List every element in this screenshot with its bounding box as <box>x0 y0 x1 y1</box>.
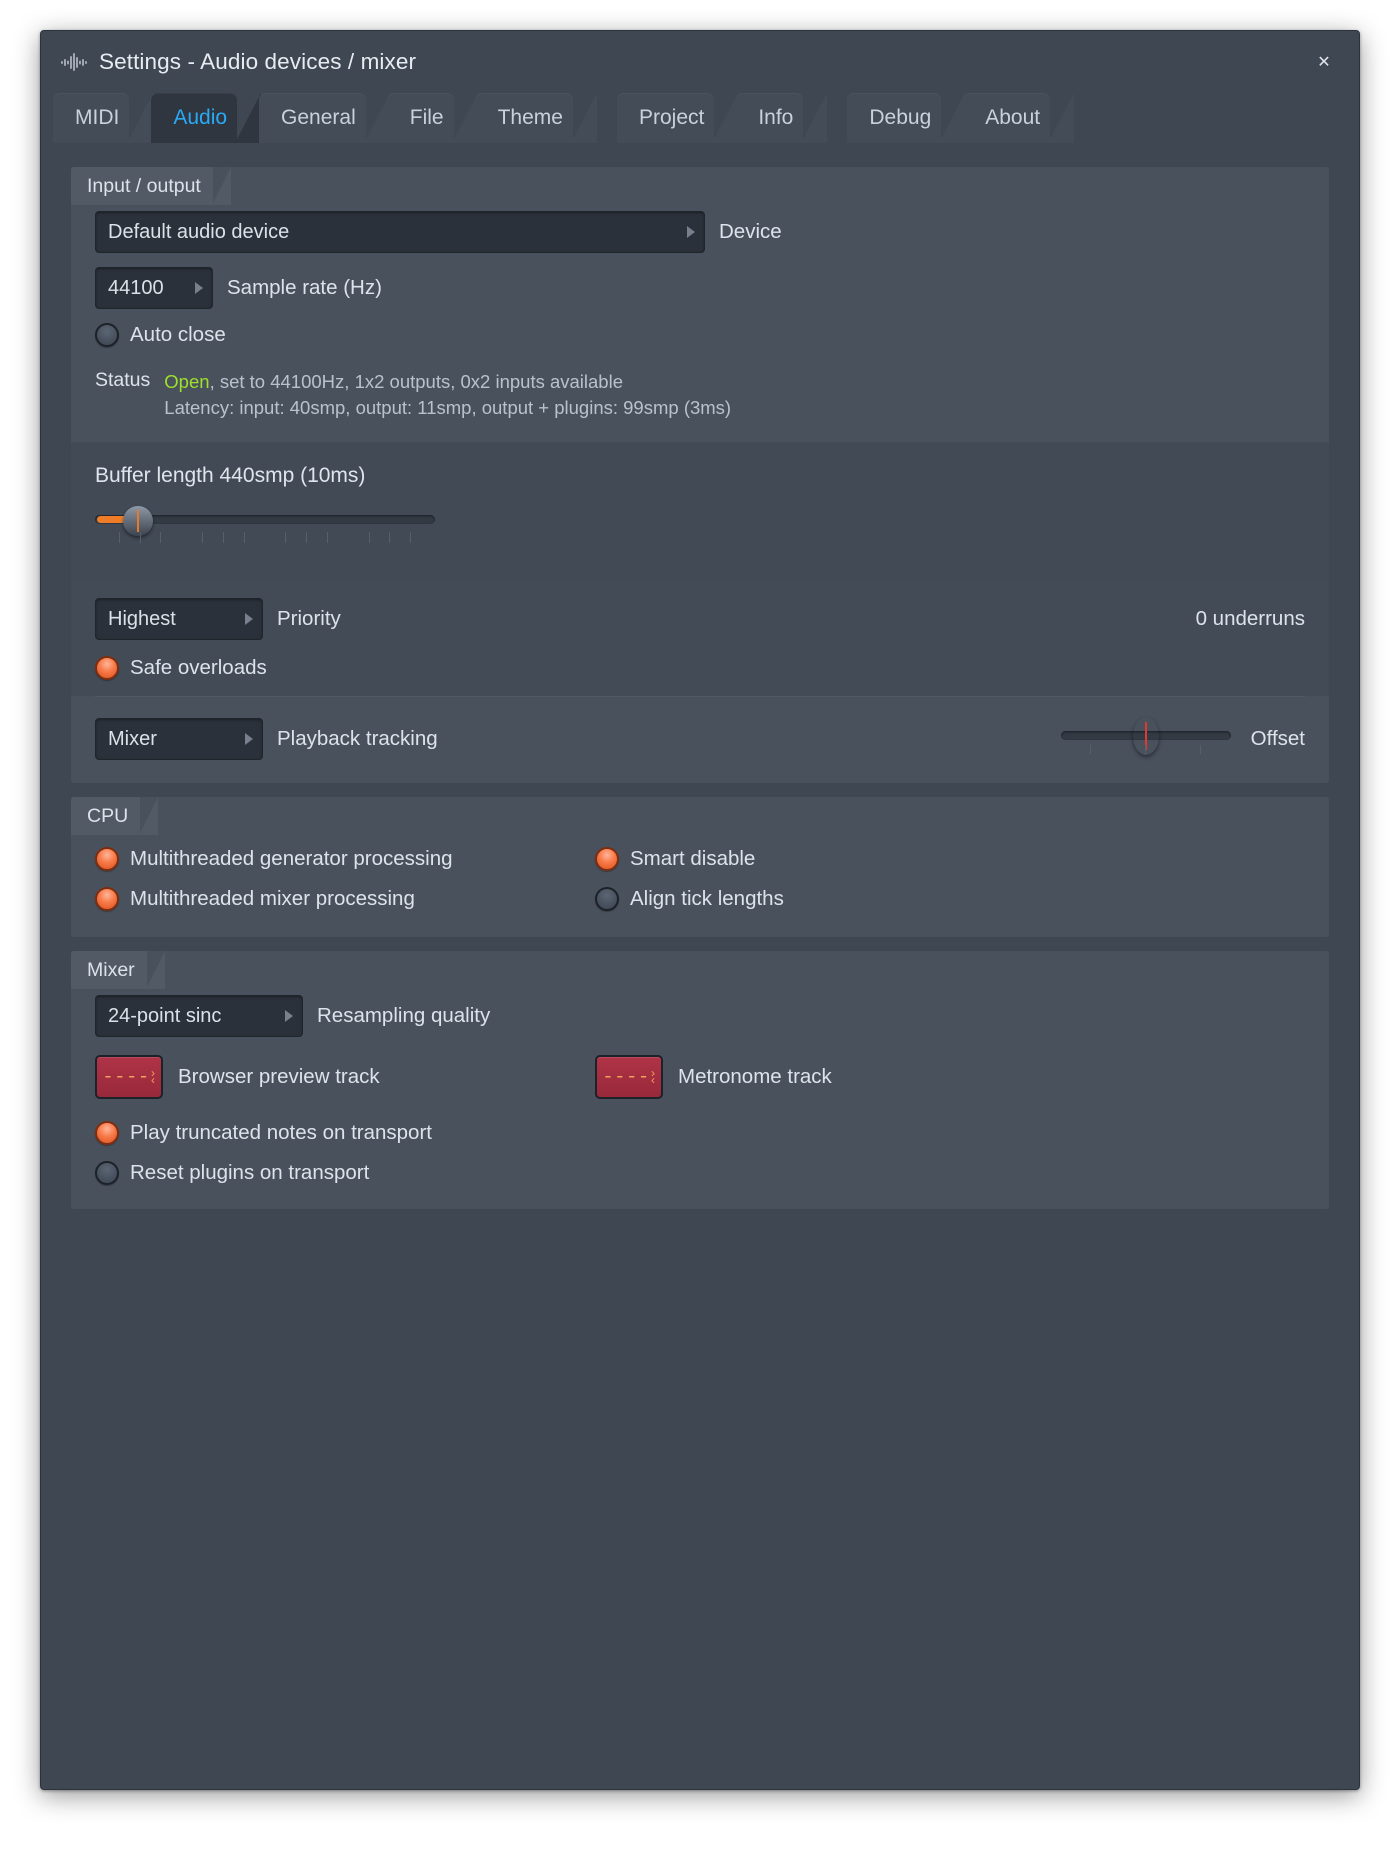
sample-rate-row: 44100 Sample rate (Hz) <box>71 267 1329 309</box>
multithreaded-generator-radio[interactable] <box>95 847 119 872</box>
sample-rate-value: 44100 <box>108 276 164 299</box>
sample-rate-label: Sample rate (Hz) <box>227 276 382 299</box>
slider-ticks <box>98 532 432 554</box>
smart-disable-radio[interactable] <box>595 847 619 872</box>
stepper-chevrons-icon: › ‹ <box>151 1066 155 1088</box>
safe-overloads-label: Safe overloads <box>130 656 267 680</box>
sample-rate-select[interactable]: 44100 <box>95 267 213 309</box>
status-detail: , set to 44100Hz, 1x2 outputs, 0x2 input… <box>209 371 623 392</box>
group-cpu: CPU Multithreaded generator processing M… <box>71 797 1329 938</box>
multithreaded-mixer-radio[interactable] <box>95 887 119 912</box>
resampling-quality-value: 24-point sinc <box>108 1004 222 1027</box>
priority-row: Highest Priority 0 underruns <box>95 598 1305 641</box>
status-block: Status Open, set to 44100Hz, 1x2 outputs… <box>71 369 1329 438</box>
tab-audio[interactable]: Audio <box>151 93 261 143</box>
play-truncated-notes-label: Play truncated notes on transport <box>130 1121 432 1145</box>
device-label: Device <box>719 220 782 243</box>
resampling-quality-select[interactable]: 24-point sinc <box>95 995 303 1038</box>
multithreaded-mixer-label: Multithreaded mixer processing <box>130 887 415 911</box>
tab-bar: MIDI Audio General File Theme Project In… <box>41 93 1359 143</box>
track-selectors-row: ---- ›‹ Browser preview track ---- ›‹ <box>71 1055 1329 1100</box>
browser-preview-track-label: Browser preview track <box>178 1065 380 1089</box>
group-title-mixer: Mixer <box>71 951 165 990</box>
safe-overloads-row[interactable]: Safe overloads <box>95 656 1305 681</box>
mixer-option-row[interactable]: Reset plugins on transport <box>95 1161 1305 1186</box>
tab-info[interactable]: Info <box>736 93 828 143</box>
device-value: Default audio device <box>108 220 290 243</box>
chevron-right-icon <box>285 1010 293 1023</box>
priority-select[interactable]: Highest <box>95 598 263 641</box>
underruns-counter: 0 underruns <box>1195 607 1305 631</box>
playback-tracking-label: Playback tracking <box>277 727 438 751</box>
tab-theme[interactable]: Theme <box>475 93 598 143</box>
cpu-option-row[interactable]: Smart disable <box>595 847 1305 872</box>
buffer-length-band: Buffer length 440smp (10ms) <box>71 442 1329 581</box>
device-select[interactable]: Default audio device <box>95 211 705 253</box>
playback-tracking-row: Mixer Playback tracking Offset <box>95 715 1305 763</box>
reset-plugins-radio[interactable] <box>95 1161 119 1186</box>
browser-preview-track-value: ---- <box>102 1066 150 1089</box>
screenshot-root: Settings - Audio devices / mixer ✕ MIDI … <box>0 0 1400 1855</box>
auto-close-row[interactable]: Auto close <box>71 323 1329 347</box>
tab-about[interactable]: About <box>963 93 1075 143</box>
priority-value: Highest <box>108 607 176 630</box>
metronome-track-label: Metronome track <box>678 1065 832 1089</box>
close-icon[interactable]: ✕ <box>1307 45 1341 79</box>
play-truncated-notes-radio[interactable] <box>95 1121 119 1146</box>
playback-tracking-select[interactable]: Mixer <box>95 718 263 761</box>
cpu-option-row[interactable]: Align tick lengths <box>595 887 1305 912</box>
auto-close-label: Auto close <box>130 323 226 346</box>
group-input-output: Input / output Default audio device Devi… <box>71 167 1329 784</box>
auto-close-radio[interactable] <box>95 323 119 347</box>
reset-plugins-label: Reset plugins on transport <box>130 1161 370 1185</box>
chevron-right-icon <box>687 226 695 238</box>
status-line-1: Open, set to 44100Hz, 1x2 outputs, 0x2 i… <box>164 369 731 395</box>
align-tick-lengths-radio[interactable] <box>595 887 619 912</box>
playback-tracking-band: Mixer Playback tracking Offset <box>71 697 1329 783</box>
mixer-transport-options: Play truncated notes on transport Reset … <box>71 1099 1329 1209</box>
safe-overloads-radio[interactable] <box>95 656 119 681</box>
resampling-quality-label: Resampling quality <box>317 1004 491 1028</box>
waveform-icon <box>61 52 87 72</box>
tab-general[interactable]: General <box>259 93 390 143</box>
chevron-right-icon <box>195 282 203 294</box>
window-title: Settings - Audio devices / mixer <box>99 49 417 74</box>
cpu-option-row[interactable]: Multithreaded mixer processing <box>95 887 595 912</box>
tab-debug[interactable]: Debug <box>847 93 966 143</box>
chevron-right-icon <box>245 733 253 746</box>
group-mixer: Mixer 24-point sinc Resampling quality -… <box>71 951 1329 1210</box>
browser-preview-track-selector[interactable]: ---- › ‹ <box>95 1055 163 1100</box>
settings-window: Settings - Audio devices / mixer ✕ MIDI … <box>40 30 1360 1790</box>
priority-label: Priority <box>277 607 341 631</box>
tab-midi[interactable]: MIDI <box>53 93 154 143</box>
group-title-cpu: CPU <box>71 797 159 836</box>
cpu-option-row[interactable]: Multithreaded generator processing <box>95 847 595 872</box>
tab-project[interactable]: Project <box>616 93 739 143</box>
tab-file[interactable]: File <box>387 93 478 143</box>
title-bar: Settings - Audio devices / mixer ✕ <box>41 31 1359 93</box>
status-state: Open <box>164 371 210 392</box>
metronome-track-value: ---- <box>602 1066 650 1089</box>
offset-slider[interactable] <box>1060 715 1231 763</box>
multithreaded-generator-label: Multithreaded generator processing <box>130 847 453 871</box>
playback-tracking-value: Mixer <box>108 727 157 750</box>
chevron-right-icon <box>245 613 253 626</box>
group-title-input-output: Input / output <box>71 167 231 205</box>
status-line-2: Latency: input: 40smp, output: 11smp, ou… <box>164 396 732 418</box>
offset-ticks <box>1063 745 1229 763</box>
align-tick-lengths-label: Align tick lengths <box>630 887 784 911</box>
smart-disable-label: Smart disable <box>630 847 756 871</box>
buffer-length-title: Buffer length 440smp (10ms) <box>95 464 366 488</box>
status-key: Status <box>95 369 151 391</box>
resampling-row: 24-point sinc Resampling quality <box>71 995 1329 1038</box>
stepper-chevrons-icon: › ‹ <box>651 1066 655 1088</box>
offset-label: Offset <box>1250 727 1305 751</box>
mixer-option-row[interactable]: Play truncated notes on transport <box>95 1121 1305 1146</box>
cpu-options: Multithreaded generator processing Multi… <box>71 841 1329 937</box>
priority-band: Highest Priority 0 underruns Safe overlo… <box>71 580 1329 697</box>
settings-page: Input / output Default audio device Devi… <box>41 143 1359 1789</box>
device-row: Default audio device Device <box>71 211 1329 253</box>
buffer-length-slider[interactable] <box>95 506 435 554</box>
metronome-track-selector[interactable]: ---- › ‹ <box>595 1055 663 1100</box>
